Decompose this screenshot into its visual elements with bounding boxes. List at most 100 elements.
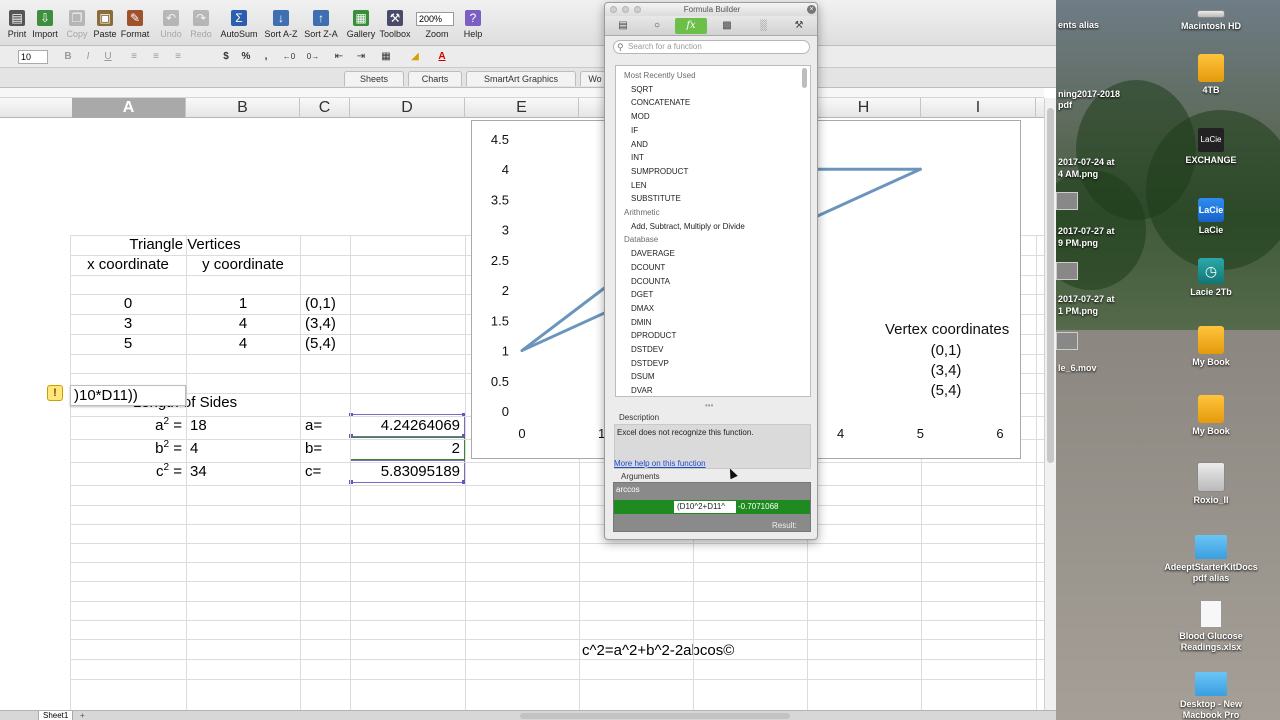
cell-x-header[interactable]: x coordinate	[70, 255, 186, 275]
column-header-c[interactable]: C	[300, 98, 350, 118]
vertical-scroll-thumb[interactable]	[1047, 108, 1054, 463]
ribbon-tab-smartart-graphics[interactable]: SmartArt Graphics	[466, 71, 576, 86]
desktop-partial-label[interactable]: 4 AM.png	[1058, 169, 1098, 180]
comma-button[interactable]: ,	[262, 50, 270, 64]
list-scroll-thumb[interactable]	[802, 68, 807, 88]
ribbon-tab-sheets[interactable]: Sheets	[344, 71, 404, 86]
cell-title-vertices[interactable]: Triangle Vertices	[70, 235, 300, 255]
function-search-input[interactable]: ⚲ Search for a function	[613, 40, 810, 54]
window-button-icon[interactable]	[622, 6, 629, 13]
desktop-partial-label[interactable]: 1 PM.png	[1058, 306, 1098, 317]
chart-tool-icon[interactable]: ░	[747, 18, 779, 34]
argument-input[interactable]: (D10^2+D11^	[674, 501, 736, 513]
help-button[interactable]: ? Help	[450, 10, 496, 46]
column-header-b[interactable]: B	[186, 98, 300, 118]
object-palette-icon[interactable]: ▩	[711, 18, 743, 34]
desktop-partial-label[interactable]: ning2017-2018	[1058, 89, 1120, 100]
cell-x-value[interactable]: 3	[70, 314, 186, 334]
function-category[interactable]: Arithmetic	[616, 206, 802, 219]
underline-button[interactable]: U	[102, 50, 114, 64]
function-item[interactable]: DCOUNT	[616, 261, 802, 274]
function-item[interactable]: SUMPRODUCT	[616, 165, 802, 178]
desktop-icon-exchange[interactable]: LaCie EXCHANGE	[1161, 128, 1261, 166]
column-header-h[interactable]: H	[807, 98, 921, 118]
function-item[interactable]: INT	[616, 151, 802, 164]
percent-button[interactable]: %	[240, 50, 252, 64]
column-header-a[interactable]: A	[72, 98, 186, 118]
cell-square-value[interactable]: 18	[186, 416, 266, 436]
align-right-icon[interactable]: ≡	[172, 50, 184, 64]
vertical-scrollbar[interactable]	[1044, 98, 1056, 710]
bold-button[interactable]: B	[62, 50, 74, 64]
window-button-icon[interactable]	[610, 6, 617, 13]
ribbon-tab-charts[interactable]: Charts	[408, 71, 462, 86]
cell-side-label[interactable]: c=	[301, 462, 349, 482]
desktop-icon-macintosh-hd[interactable]: Macintosh HD	[1161, 4, 1261, 32]
cell-square-value[interactable]: 4	[186, 439, 266, 459]
decrease-decimal-icon[interactable]: 0→	[306, 50, 320, 64]
shapes-tool-icon[interactable]: ○	[641, 18, 673, 34]
function-item[interactable]: DVAR	[616, 384, 802, 396]
cell-edit-field[interactable]: )10*D11))	[70, 385, 186, 406]
currency-button[interactable]: $	[220, 50, 232, 64]
resize-grip-icon[interactable]: •••	[705, 401, 713, 410]
function-item[interactable]: AND	[616, 138, 802, 151]
desktop-partial-label[interactable]: 2017-07-27 at	[1058, 226, 1115, 237]
function-item[interactable]: DSTDEVP	[616, 357, 802, 370]
cell-pair[interactable]: (5,4)	[301, 334, 361, 354]
cell-y-value[interactable]: 4	[186, 314, 300, 334]
function-item[interactable]: DMIN	[616, 316, 802, 329]
toolbox-button[interactable]: ⚒ Toolbox	[372, 10, 418, 46]
column-header-d[interactable]: D	[350, 98, 465, 118]
desktop-icon-4tb[interactable]: 4TB	[1161, 54, 1261, 96]
align-left-icon[interactable]: ≡	[128, 50, 140, 64]
desktop-icon-blood-glucose-readings-xlsx[interactable]: Blood Glucose Readings.xlsx	[1161, 600, 1261, 653]
function-item[interactable]: DMAX	[616, 302, 802, 315]
cell-square-value[interactable]: 34	[186, 462, 266, 482]
desktop-icon-lacie-2tb[interactable]: ◷ Lacie 2Tb	[1161, 258, 1261, 298]
desktop-icon-my-book[interactable]: My Book	[1161, 326, 1261, 368]
desktop-icon-adeeptstarterkitdocs-pdf-alias[interactable]: AdeeptStarterKitDocs pdf alias	[1161, 535, 1261, 584]
desktop-icon-lacie[interactable]: LaCie LaCie	[1161, 198, 1261, 236]
window-button-icon[interactable]	[634, 6, 641, 13]
sheet-tab-sheet1[interactable]: Sheet1	[38, 711, 74, 720]
function-item[interactable]: Add, Subtract, Multiply or Divide	[616, 220, 802, 233]
function-item[interactable]: SQRT	[616, 83, 802, 96]
desktop-icon-roxio-ii[interactable]: Roxio_II	[1161, 462, 1261, 506]
wrench-icon[interactable]: ⚒	[783, 18, 815, 34]
zoom-field[interactable]: 200%	[416, 12, 454, 26]
align-center-icon[interactable]: ≡	[150, 50, 162, 64]
increase-indent-icon[interactable]: ⇥	[354, 50, 368, 64]
text-tool-icon[interactable]: ▤	[607, 18, 639, 34]
cell-side-label[interactable]: a=	[301, 416, 349, 436]
function-item[interactable]: CONCATENATE	[616, 96, 802, 109]
cell-x-value[interactable]: 5	[70, 334, 186, 354]
function-item[interactable]: IF	[616, 124, 802, 137]
decrease-indent-icon[interactable]: ⇤	[332, 50, 346, 64]
desktop-partial-label[interactable]: pdf	[1058, 100, 1072, 111]
column-header-e[interactable]: E	[465, 98, 579, 118]
file-thumbnail[interactable]	[1056, 332, 1078, 350]
cell-x-value[interactable]: 0	[70, 294, 186, 314]
fill-color-icon[interactable]: ◢	[408, 50, 422, 64]
cell-y-header[interactable]: y coordinate	[186, 255, 300, 275]
function-item[interactable]: DCOUNTA	[616, 275, 802, 288]
borders-icon[interactable]: ▦	[380, 50, 392, 64]
function-item[interactable]: DGET	[616, 288, 802, 301]
autosum-button[interactable]: Σ AutoSum	[216, 10, 262, 46]
cell-square-label[interactable]: a2 =	[70, 416, 186, 436]
cell-square-label[interactable]: b2 =	[70, 439, 186, 459]
desktop-partial-label[interactable]: le_6.mov	[1058, 363, 1097, 374]
desktop-icon-desktop-new-macbook-pro[interactable]: Desktop - New Macbook Pro	[1161, 672, 1261, 720]
cell-pair[interactable]: (0,1)	[301, 294, 361, 314]
file-thumbnail[interactable]	[1056, 262, 1078, 280]
column-header-i[interactable]: I	[921, 98, 1036, 118]
cell-side-label[interactable]: b=	[301, 439, 349, 459]
function-category[interactable]: Most Recently Used	[616, 69, 802, 82]
file-thumbnail[interactable]	[1056, 192, 1078, 210]
font-size-field[interactable]: 10	[18, 50, 48, 64]
desktop-partial-label[interactable]: 2017-07-27 at	[1058, 294, 1115, 305]
function-item[interactable]: DSUM	[616, 370, 802, 383]
font-color-button[interactable]: A	[437, 50, 447, 64]
desktop-partial-label[interactable]: 9 PM.png	[1058, 238, 1098, 249]
